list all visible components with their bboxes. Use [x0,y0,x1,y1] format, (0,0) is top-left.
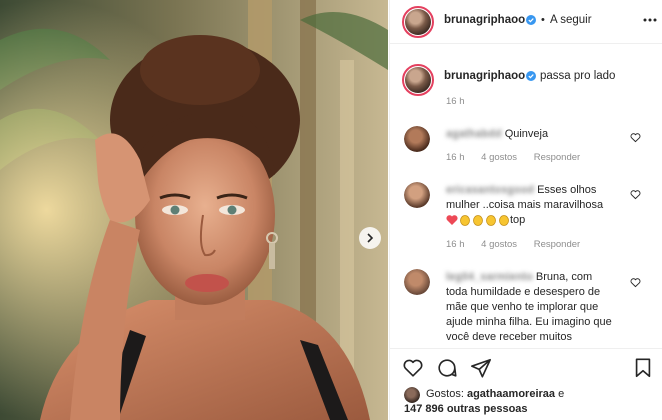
comment-avatar[interactable] [404,182,430,208]
comment-meta: 16 h 4 gostos Responder [446,152,594,163]
action-bar: Gostos: agathaamoreiraa e 147 896 outras… [390,348,662,420]
post-header: brunagriphaoo • A seguir [390,0,662,44]
header-separator: • [541,14,545,26]
verified-badge-icon [526,15,536,25]
reply-button[interactable]: Responder [534,152,580,163]
comment-text-line1: Esses olhos [537,184,597,196]
heart-icon[interactable] [402,357,424,379]
comment-text-line1: Bruna, com [535,271,593,283]
more-options-icon[interactable] [642,12,658,28]
photo-image [0,0,388,420]
next-photo-button[interactable] [359,227,381,249]
author-avatar[interactable] [402,6,434,38]
comment-text-line2: mulher ..coisa mais maravilhosa [446,199,604,211]
likes-conj: e [558,388,565,400]
likes-user[interactable]: agathaamoreiraa [467,388,555,400]
clapping-hands-emoji-icon [460,215,470,226]
likes-others[interactable]: 147 896 outras pessoas [404,403,528,415]
caption-verified-badge-icon [526,71,536,81]
reply-button[interactable]: Responder [534,239,580,250]
comment-username[interactable]: leg04_sarmiento [446,271,533,283]
clapping-hands-emoji-icon [486,215,496,226]
bookmark-icon[interactable] [632,357,654,379]
following-button[interactable]: A seguir [550,14,592,26]
comment-like-icon[interactable] [630,189,641,200]
comment-avatar[interactable] [404,126,430,152]
caption-time[interactable]: 16 h [446,96,465,107]
clapping-hands-emoji-icon [473,215,483,226]
comment-text-line2: toda humildade e desespero de [446,286,601,298]
post-sidebar: brunagriphaoo • A seguir brunagriphaoo p… [389,0,662,420]
red-heart-emoji-icon [446,215,458,226]
comment-likes[interactable]: 4 gostos [481,239,517,250]
comment-like-icon[interactable] [630,277,641,288]
post-photo[interactable] [0,0,388,420]
liker-avatar[interactable] [404,387,420,403]
comment-icon[interactable] [436,357,458,379]
comment-body: leg04_sarmiento Bruna, com toda humildad… [446,270,624,345]
comment-body: ericasantosgood Esses olhos mulher ..coi… [446,183,624,228]
comment-time[interactable]: 16 h [446,152,465,163]
likes-prefix: Gostos: [426,388,464,400]
caption-username[interactable]: brunagriphaoo [444,70,525,82]
emoji-row [446,214,510,226]
caption-meta: 16 h [446,96,479,107]
comment-avatar[interactable] [404,269,430,295]
comment-text: Quinveja [504,128,549,140]
share-icon[interactable] [470,357,492,379]
clapping-hands-emoji-icon [499,215,509,226]
comment-text-after-emoji: top [510,214,526,226]
comment-time[interactable]: 16 h [446,239,465,250]
comment-text-line4: ajude minha filha. Eu imagino que [446,316,612,328]
comment-likes[interactable]: 4 gostos [481,152,517,163]
comment-text-line5: você deve receber muitos [446,331,572,343]
comment-body: agathabdd Quinveja [446,127,624,142]
next-arrow-icon [367,233,374,243]
comment-username[interactable]: ericasantosgood [446,184,534,196]
comment-text-line3: mãe que venho te implorar que [446,301,599,313]
comment-meta: 16 h 4 gostos Responder [446,239,594,250]
likes-others-line: 147 896 outras pessoas [404,403,528,415]
comment-username[interactable]: agathabdd [446,128,502,140]
caption-avatar[interactable] [402,64,434,96]
likes-line: Gostos: agathaamoreiraa e [426,388,564,400]
comment-like-icon[interactable] [630,132,641,143]
caption-text: passa pro lado [540,70,616,82]
author-username[interactable]: brunagriphaoo [444,14,525,26]
